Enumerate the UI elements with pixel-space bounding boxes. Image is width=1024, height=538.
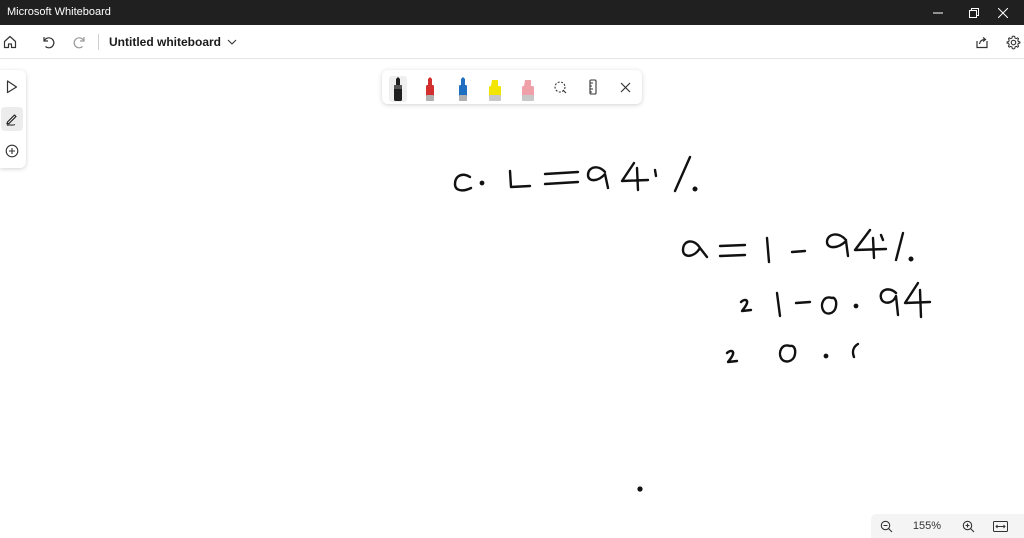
- restore-icon: [969, 7, 979, 18]
- minimize-icon: [933, 12, 943, 13]
- add-icon: [5, 144, 19, 158]
- close-window-button[interactable]: [983, 0, 1023, 25]
- ink-layer: [453, 155, 932, 492]
- document-title: Untitled whiteboard: [109, 35, 221, 49]
- appbar-divider: [98, 34, 99, 50]
- ink-dot: [823, 353, 829, 359]
- ink-stroke: [508, 169, 532, 189]
- ink-stroke: [894, 231, 905, 262]
- ink-stroke: [851, 342, 860, 359]
- ink-stroke: [543, 180, 580, 186]
- ink-stroke: [739, 298, 753, 313]
- lasso-select-button[interactable]: [550, 77, 570, 97]
- close-icon: [620, 82, 630, 92]
- undo-icon: [43, 37, 55, 49]
- ink-stroke: [725, 349, 739, 364]
- fit-width-icon: [992, 520, 1008, 532]
- ink-stroke: [653, 168, 658, 178]
- redo-button[interactable]: [68, 30, 92, 54]
- ink-dot: [908, 256, 914, 262]
- pink-highlighter-button[interactable]: [519, 76, 537, 102]
- red-pen-button[interactable]: [421, 76, 439, 102]
- blue-pen-button[interactable]: [454, 76, 472, 102]
- ruler-icon: [589, 79, 597, 95]
- ink-stroke: [794, 300, 812, 305]
- ink-dot: [692, 186, 698, 192]
- window-title: Microsoft Whiteboard: [7, 6, 111, 18]
- whiteboard-canvas[interactable]: [0, 60, 1024, 538]
- pen-icon: [6, 114, 17, 126]
- add-button[interactable]: [1, 139, 23, 163]
- select-icon: [6, 80, 18, 94]
- zoom-in-icon: [962, 520, 974, 532]
- zoom-in-button[interactable]: [957, 516, 979, 536]
- zoom-out-icon: [880, 520, 892, 532]
- ink-stroke: [620, 161, 650, 192]
- ink-stroke: [453, 173, 473, 192]
- share-button[interactable]: [970, 30, 994, 54]
- select-tool-button[interactable]: [1, 75, 23, 99]
- ink-stroke: [879, 233, 885, 242]
- close-icon: [998, 7, 1008, 18]
- redo-icon: [73, 37, 85, 49]
- ink-dot: [479, 180, 485, 186]
- ink-stroke: [673, 155, 692, 193]
- share-icon: [976, 37, 988, 49]
- ink-stroke: [765, 236, 771, 264]
- undo-button[interactable]: [36, 30, 60, 54]
- app-bar: Untitled whiteboard: [0, 25, 1024, 59]
- chevron-down-icon: [227, 39, 237, 45]
- ink-stroke: [879, 288, 900, 317]
- ink-stroke: [586, 166, 610, 190]
- minimize-button[interactable]: [918, 0, 958, 25]
- ink-stroke: [718, 243, 747, 248]
- lasso-icon: [553, 80, 566, 93]
- ink-dot: [637, 486, 643, 492]
- yellow-highlighter-button[interactable]: [486, 76, 504, 102]
- zoom-bar: 155%: [871, 514, 1024, 538]
- ink-dot: [853, 303, 859, 309]
- title-bar: Microsoft Whiteboard: [0, 0, 1024, 25]
- pen-tool-button[interactable]: [1, 107, 23, 131]
- ink-stroke: [825, 233, 850, 258]
- ink-stroke: [681, 240, 709, 259]
- left-toolbar: [0, 70, 26, 168]
- settings-button[interactable]: [1001, 30, 1024, 54]
- document-title-menu[interactable]: Untitled whiteboard: [109, 35, 237, 49]
- ink-stroke: [543, 170, 580, 176]
- zoom-level: 155%: [912, 520, 942, 532]
- close-pen-tray-button[interactable]: [615, 77, 635, 97]
- home-icon: [3, 35, 17, 49]
- pen-tray: [382, 70, 642, 104]
- ink-stroke: [903, 281, 932, 319]
- home-button[interactable]: [0, 30, 22, 54]
- gear-icon: [1006, 35, 1020, 49]
- ink-stroke: [778, 344, 797, 363]
- zoom-out-button[interactable]: [875, 516, 897, 536]
- ruler-button[interactable]: [583, 77, 603, 97]
- ink-stroke: [820, 296, 838, 315]
- ink-stroke: [790, 249, 807, 254]
- ink-stroke: [718, 253, 747, 258]
- ink-stroke: [775, 291, 782, 318]
- fit-to-screen-button[interactable]: [989, 516, 1011, 536]
- black-pen-button[interactable]: [389, 76, 407, 102]
